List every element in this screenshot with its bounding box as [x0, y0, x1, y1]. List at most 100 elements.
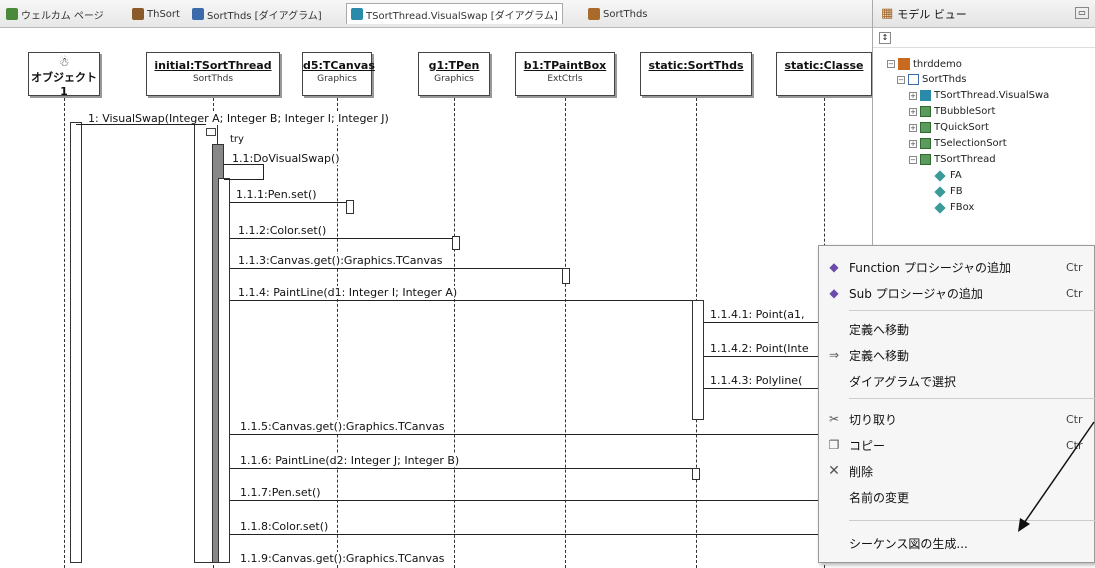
menu-item-add-function[interactable]: ◆ Function プロシージャの追加 Ctr — [819, 254, 1095, 280]
lifeline-dash — [454, 98, 455, 568]
namespace-icon — [908, 74, 919, 85]
lifeline-dash — [337, 98, 338, 568]
annotation-arrow — [1018, 421, 1095, 532]
message-label[interactable]: 1.1.4.2: Point(Inte — [710, 342, 809, 355]
message-label[interactable]: 1.1.5:Canvas.get():Graphics.TCanvas — [240, 420, 445, 433]
message-arrow — [704, 322, 818, 323]
tree-item-tbubblesort[interactable]: + TBubbleSort — [909, 106, 995, 117]
expand-icon[interactable]: + — [909, 91, 917, 100]
tree-item-visualswap-diagram[interactable]: + TSortThread.VisualSwa — [909, 90, 1049, 101]
activation-bar — [562, 268, 570, 284]
menu-item-add-sub[interactable]: ◆ Sub プロシージャの追加 Ctr — [819, 280, 1095, 306]
collapse-icon[interactable]: − — [887, 60, 895, 68]
diagram-icon — [920, 90, 931, 101]
tree-item-tselectionsort[interactable]: + TSelectionSort — [909, 138, 1007, 149]
goto-definition-icon: ⇒ — [828, 348, 840, 362]
add-function-icon: ◆ — [829, 260, 839, 274]
lifeline-b1-tpaintbox[interactable]: b1:TPaintBox ExtCtrls — [515, 52, 615, 96]
cut-icon: ✂ — [828, 412, 840, 426]
message-label[interactable]: 1.1.1:Pen.set() — [236, 188, 317, 201]
tab-welcome-page[interactable]: ウェルカム ページ — [6, 5, 104, 23]
message-arrow — [230, 238, 452, 239]
lifeline-d5-tcanvas[interactable]: d5:TCanvas Graphics — [302, 52, 375, 96]
message-arrow — [230, 534, 818, 535]
class-icon — [132, 8, 144, 20]
activation-bar — [218, 178, 230, 563]
self-message-arrow — [224, 164, 264, 180]
menu-item-goto-declaration[interactable]: 定義へ移動 — [819, 316, 1095, 342]
actor-box[interactable]: ☃ オブジェクト1 — [28, 52, 100, 98]
message-label[interactable]: 1.1.6: PaintLine(d2: Integer J; Integer … — [240, 454, 460, 467]
message-arrow — [230, 500, 818, 501]
unit-icon — [588, 8, 600, 20]
menu-item-select-in-diagram[interactable]: ダイアグラムで選択 — [819, 368, 1095, 394]
tab-thsort[interactable]: ThSort — [132, 5, 180, 23]
tab-visualswap-diagram[interactable]: TSortThread.VisualSwap [ダイアグラム] — [346, 3, 563, 24]
lifeline-g1-tpen[interactable]: g1:TPen Graphics — [418, 52, 490, 96]
message-label[interactable]: 1.1.4.3: Polyline( — [710, 374, 803, 387]
copy-icon: ❐ — [828, 438, 840, 452]
message-label[interactable]: 1.1.7:Pen.set() — [240, 486, 321, 499]
message-arrow — [230, 202, 346, 203]
project-icon — [898, 58, 910, 70]
tree-item-fbox[interactable]: FBox — [933, 201, 974, 214]
class-icon — [920, 106, 931, 117]
message-label[interactable]: 1.1.8:Color.set() — [240, 520, 329, 533]
sequence-diagram-canvas[interactable]: ☃ オブジェクト1 initial:TSortThread SortThds d… — [0, 28, 872, 568]
activation-bar — [692, 300, 704, 420]
lifeline-initial-tsortthread[interactable]: initial:TSortThread SortThds — [146, 52, 280, 96]
lifeline-static-classes[interactable]: static:Classe — [776, 52, 872, 96]
add-sub-icon: ◆ — [829, 286, 839, 300]
field-icon — [934, 185, 946, 198]
diagram-icon — [192, 8, 204, 20]
tree-item-thrddemo[interactable]: − thrddemo — [887, 58, 962, 70]
tree-item-tsortthread[interactable]: − TSortThread — [909, 154, 996, 165]
tree-item-tquicksort[interactable]: + TQuickSort — [909, 122, 989, 133]
message-arrow — [230, 434, 818, 435]
message-label[interactable]: 1.1.3:Canvas.get():Graphics.TCanvas — [238, 254, 443, 267]
model-view-toolbar: ↕ — [873, 28, 1095, 48]
collapse-icon[interactable]: − — [897, 75, 905, 84]
lifeline-static-sortthds[interactable]: static:SortThds — [640, 52, 752, 96]
class-icon — [920, 122, 931, 133]
message-arrow — [230, 268, 562, 269]
tree-item-sortthds[interactable]: − SortThds — [897, 74, 967, 85]
expand-icon[interactable]: + — [909, 139, 917, 148]
class-icon — [920, 138, 931, 149]
sort-icon[interactable]: ↕ — [879, 31, 891, 44]
tree-item-fa[interactable]: FA — [933, 169, 962, 182]
lifeline-dash — [565, 98, 566, 568]
field-icon — [934, 169, 946, 182]
lifeline-dash — [64, 98, 65, 568]
message-label[interactable]: 1.1.4.1: Point(a1, — [710, 308, 805, 321]
activation-bar — [70, 122, 82, 563]
minimize-icon[interactable]: ▭ — [1075, 7, 1089, 19]
tab-sortthds-unit[interactable]: SortThds — [588, 5, 648, 23]
tree-item-fb[interactable]: FB — [933, 185, 963, 198]
fragment-label: try — [230, 134, 244, 145]
message-label[interactable]: 1.1.2:Color.set() — [238, 224, 327, 237]
message-label[interactable]: 1.1.9:Canvas.get():Graphics.TCanvas — [240, 552, 445, 565]
collapse-icon[interactable]: − — [909, 155, 917, 164]
activation-bar — [452, 236, 460, 250]
delete-icon: ✕ — [828, 463, 840, 479]
activation-bar — [346, 200, 354, 214]
model-view-header: ▦ モデル ビュー ▭ — [873, 0, 1095, 28]
message-arrow — [230, 300, 692, 301]
expand-icon[interactable]: + — [909, 123, 917, 132]
menu-separator — [849, 310, 1095, 311]
message-arrow — [230, 468, 692, 469]
menu-separator — [849, 398, 1095, 399]
actor-label: オブジェクト1 — [31, 71, 97, 98]
message-label[interactable]: 1.1.4: PaintLine(d1: Integer I; Integer … — [238, 286, 458, 299]
model-view-title: モデル ビュー — [897, 7, 967, 21]
menu-item-goto-definition[interactable]: ⇒ 定義へ移動 — [819, 342, 1095, 368]
welcome-page-icon — [6, 8, 18, 20]
expand-icon[interactable]: + — [909, 107, 917, 116]
tab-sortthds-diagram[interactable]: SortThds [ダイアグラム] — [192, 5, 322, 23]
field-icon — [934, 201, 946, 214]
message-arrow — [76, 124, 206, 125]
model-view-icon: ▦ — [881, 6, 894, 21]
message-arrow — [704, 356, 818, 357]
activation-bar — [692, 468, 700, 480]
